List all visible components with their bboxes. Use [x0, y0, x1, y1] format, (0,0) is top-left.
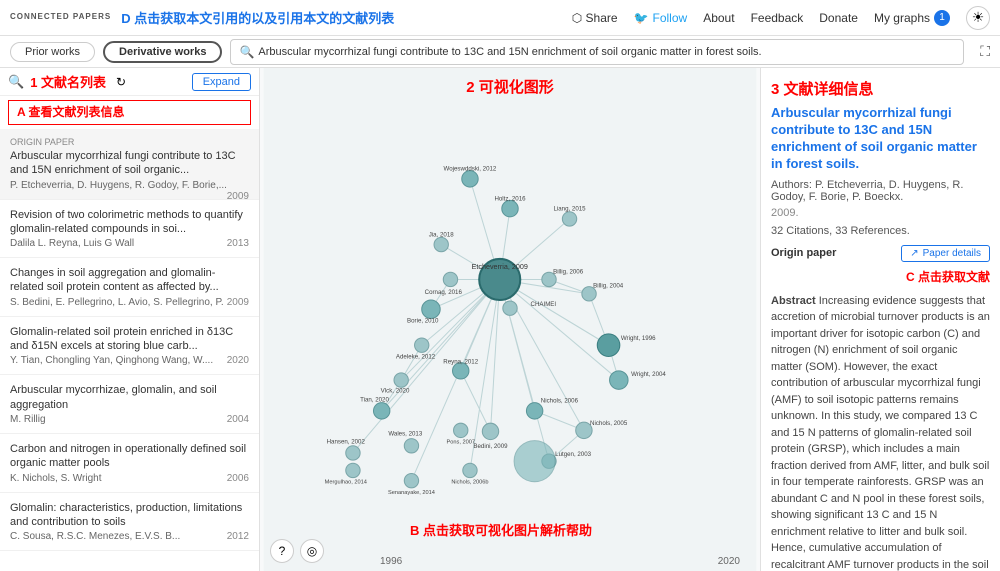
left-panel-header: 🔍 1 文献名列表 ↻ Expand: [0, 68, 259, 96]
tabs-row: Prior works Derivative works 🔍 ⛶: [0, 36, 1000, 68]
help-button[interactable]: ?: [270, 539, 294, 563]
svg-text:Jia, 2018: Jia, 2018: [429, 231, 455, 238]
detail-title: Arbuscular mycorrhizal fungi contribute …: [771, 105, 990, 173]
about-link[interactable]: About: [703, 11, 734, 25]
search-icon: 🔍: [239, 45, 254, 59]
origin-row: Origin paper ↗ Paper details: [771, 245, 990, 262]
svg-text:Vlck, 2020: Vlck, 2020: [381, 387, 410, 394]
right-panel: 3 文献详细信息 Arbuscular mycorrhizal fungi co…: [760, 68, 1000, 571]
origin-tag: Origin paper: [771, 247, 836, 259]
logo: CONNECTED PAPERS: [10, 13, 111, 22]
svg-text:Lutgen, 2003: Lutgen, 2003: [555, 451, 591, 458]
main-layout: 🔍 1 文献名列表 ↻ Expand A 查看文献列表信息 Origin pap…: [0, 68, 1000, 571]
list-item[interactable]: Changes in soil aggregation and glomalin…: [0, 258, 259, 317]
svg-text:Senanayake, 2014: Senanayake, 2014: [388, 490, 435, 496]
svg-text:Reyna, 2012: Reyna, 2012: [443, 359, 478, 366]
my-graphs-button[interactable]: My graphs 1: [874, 10, 950, 26]
center-panel[interactable]: 2 可视化图形: [260, 68, 760, 571]
paper-authors: P. Etcheverria, D. Huygens, R. Godoy, F.…: [10, 180, 249, 191]
my-graphs-badge: 1: [934, 10, 950, 26]
list-item[interactable]: Glomalin: characteristics, production, l…: [0, 493, 259, 552]
paper-title: Arbuscular mycorrhizal fungi contribute …: [10, 149, 249, 178]
paper-list: Origin paper Arbuscular mycorrhizal fung…: [0, 129, 259, 571]
refresh-icon: ↻: [116, 75, 126, 89]
timeline-start: 1996: [380, 556, 402, 567]
list-item[interactable]: Arbuscular mycorrhizae, glomalin, and so…: [0, 375, 259, 434]
list-item[interactable]: Carbon and nitrogen in operationally def…: [0, 434, 259, 493]
header: CONNECTED PAPERS D 点击获取本文引用的以及引用本文的文献列表 …: [0, 0, 1000, 36]
logo-line1: CONNECTED PAPERS: [10, 13, 111, 22]
detail-citations: 32 Citations, 33 References.: [771, 225, 990, 237]
external-link-icon: ↗: [910, 248, 918, 259]
left-panel: 🔍 1 文献名列表 ↻ Expand A 查看文献列表信息 Origin pap…: [0, 68, 260, 571]
feedback-link[interactable]: Feedback: [751, 11, 804, 25]
derivative-works-tab[interactable]: Derivative works: [103, 41, 222, 63]
settings-button[interactable]: ☀: [966, 6, 990, 30]
svg-text:Billig, 2006: Billig, 2006: [553, 268, 584, 275]
page-title: D 点击获取本文引用的以及引用本文的文献列表: [121, 8, 572, 27]
list-item[interactable]: Revision of two colorimetric methods to …: [0, 200, 259, 259]
svg-text:Bedini, 2009: Bedini, 2009: [473, 443, 508, 450]
header-nav: ⬡ Share 🐦 Follow About Feedback Donate M…: [572, 6, 990, 30]
svg-text:Adeleke, 2012: Adeleke, 2012: [396, 354, 436, 361]
svg-text:Nichols, 2006: Nichols, 2006: [541, 398, 579, 405]
svg-text:Liang, 2015: Liang, 2015: [553, 206, 586, 213]
svg-text:Billig, 2004: Billig, 2004: [593, 283, 624, 290]
timeline: 1996 2020: [380, 556, 740, 567]
detail-year: 2009.: [771, 207, 990, 219]
svg-text:Borie, 2010: Borie, 2010: [407, 318, 439, 325]
timeline-end: 2020: [718, 556, 740, 567]
svg-text:Etcheverria, 2009: Etcheverria, 2009: [472, 263, 528, 271]
donate-link[interactable]: Donate: [819, 11, 858, 25]
annotation-3: 3 文献详细信息: [771, 78, 990, 99]
annotation-C: C 点击获取文献: [771, 268, 990, 285]
expand-button[interactable]: Expand: [192, 73, 251, 91]
share-button[interactable]: ⬡ Share: [572, 11, 618, 25]
search-bar[interactable]: 🔍: [230, 39, 964, 65]
annotation-1-label: 1 文献名列表: [30, 72, 106, 91]
list-item[interactable]: Glomalin-related soil protein enriched i…: [0, 317, 259, 376]
svg-text:Tian, 2020: Tian, 2020: [360, 397, 389, 404]
search-list-icon: 🔍: [8, 74, 24, 90]
graph-bottom-controls: ? ◎: [270, 539, 324, 563]
search-input[interactable]: [258, 46, 955, 58]
focus-button[interactable]: ◎: [300, 539, 324, 563]
svg-text:Wales, 2013: Wales, 2013: [388, 430, 422, 437]
paper-details-button[interactable]: ↗ Paper details: [901, 245, 990, 262]
twitter-icon: 🐦: [634, 11, 649, 25]
svg-text:Hansen, 2002: Hansen, 2002: [327, 439, 366, 446]
share-icon: ⬡: [572, 11, 586, 25]
svg-text:Holtz, 2016: Holtz, 2016: [494, 195, 526, 202]
paper-item-origin[interactable]: Origin paper Arbuscular mycorrhizal fung…: [0, 129, 259, 200]
svg-text:Cornag, 2016: Cornag, 2016: [425, 289, 463, 296]
svg-text:Wright, 2004: Wright, 2004: [631, 371, 666, 378]
origin-label: Origin paper: [10, 137, 249, 147]
prior-works-tab[interactable]: Prior works: [10, 42, 95, 62]
fullscreen-button[interactable]: ⛶: [980, 43, 990, 60]
svg-text:Mergulhao, 2014: Mergulhao, 2014: [325, 480, 367, 486]
svg-text:CHAIMEI: CHAIMEI: [531, 301, 557, 308]
detail-abstract: Abstract Increasing evidence suggests th…: [771, 293, 990, 571]
svg-text:Wright, 1996: Wright, 1996: [621, 335, 656, 342]
sun-icon: ☀: [972, 9, 985, 26]
follow-button[interactable]: 🐦 Follow: [634, 11, 688, 25]
svg-text:Wojeswddski, 2012: Wojeswddski, 2012: [444, 166, 497, 173]
abstract-text: Increasing evidence suggests that accret…: [771, 295, 990, 571]
graph-svg[interactable]: Etcheverria, 2009 Wojeswddski, 2012 Holt…: [260, 68, 760, 571]
detail-authors: Authors: P. Etcheverria, D. Huygens, R. …: [771, 179, 990, 203]
svg-text:Nichols, 2006b: Nichols, 2006b: [451, 480, 488, 486]
annotation-A-label: A 查看文献列表信息: [8, 100, 251, 125]
svg-text:Nichols, 2005: Nichols, 2005: [590, 420, 628, 427]
svg-text:Pons, 2007: Pons, 2007: [446, 440, 474, 446]
